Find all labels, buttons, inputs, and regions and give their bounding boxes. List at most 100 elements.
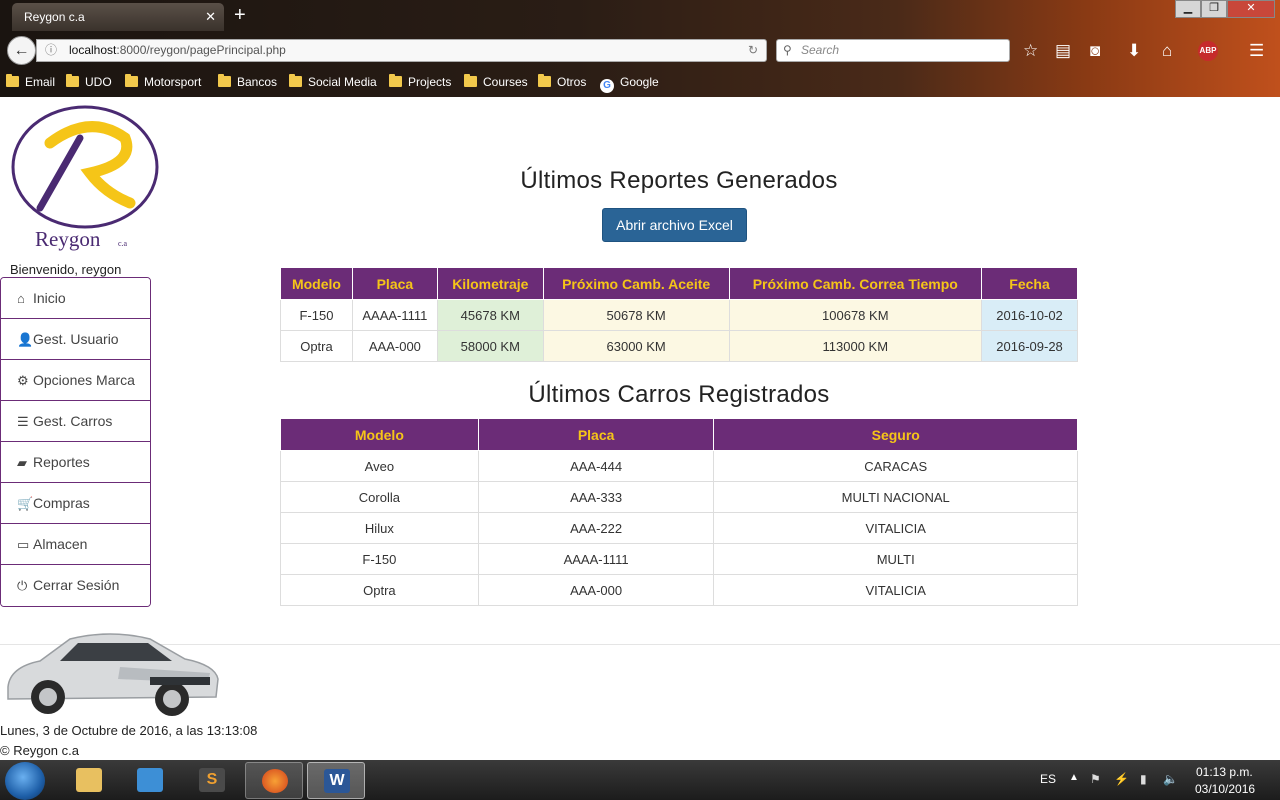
column-header: Modelo (280, 418, 479, 451)
folder-icon (289, 74, 302, 87)
bookmark-courses[interactable]: Courses (464, 74, 528, 89)
cart-icon: 🛒 (17, 496, 34, 511)
column-header: Seguro (713, 418, 1078, 451)
bookmark-otros[interactable]: Otros (538, 74, 586, 89)
taskbar-firefox[interactable] (245, 762, 303, 799)
reading-list-icon[interactable]: ▤ (1055, 41, 1071, 61)
gear-icon: ⚙ (17, 373, 29, 388)
table-cell: Optra (280, 330, 353, 362)
table-row: F-150 AAAA-1111 MULTI (280, 543, 1078, 575)
folder-icon (464, 74, 477, 87)
folder-icon (6, 74, 19, 87)
pocket-icon[interactable]: ◙ (1090, 41, 1100, 61)
table-cell: Corolla (280, 481, 479, 513)
taskbar-explorer[interactable] (60, 762, 118, 799)
window-maximize-button[interactable]: ❐ (1201, 0, 1227, 18)
bookmark-social-media[interactable]: Social Media (289, 74, 377, 89)
table-cell: AAAA-1111 (351, 299, 438, 331)
table-cell: F-150 (280, 543, 479, 575)
tray-expand-icon[interactable]: ▲ (1069, 772, 1079, 783)
cars-title: Últimos Carros Registrados (528, 381, 830, 408)
browser-tab[interactable]: Reygon c.a ✕ (12, 3, 224, 31)
new-tab-icon[interactable]: + (234, 4, 246, 27)
table-cell: Hilux (280, 512, 479, 544)
sidebar-item-cerrar-sesion[interactable]: ⏻ Cerrar Sesión (1, 565, 150, 606)
inbox-icon: ▭ (17, 537, 30, 552)
table-cell: 113000 KM (728, 330, 983, 362)
tab-close-icon[interactable]: ✕ (205, 3, 216, 31)
search-placeholder: Search (801, 43, 840, 57)
open-excel-button[interactable]: Abrir archivo Excel (602, 208, 747, 242)
bookmark-star-icon[interactable]: ☆ (1023, 41, 1038, 61)
url-path: :8000/reygon/pagePrincipal.php (116, 43, 286, 57)
table-cell: AAA-000 (477, 574, 715, 606)
sublime-text-icon: S (199, 768, 225, 792)
volume-icon[interactable]: 🔈 (1163, 772, 1178, 786)
taskbar-word[interactable]: W (307, 762, 365, 799)
table-cell: AAA-444 (477, 450, 715, 482)
table-header-row: Modelo Placa Kilometraje Próximo Camb. A… (280, 267, 1078, 300)
reports-title: Últimos Reportes Generados (520, 167, 838, 194)
sidebar-item-inicio[interactable]: ⌂ Inicio (1, 278, 150, 319)
column-header: Próximo Camb. Aceite (542, 267, 730, 300)
clock-time[interactable]: 01:13 p.m. (1196, 765, 1253, 779)
window-minimize-button[interactable]: ▁ (1175, 0, 1201, 18)
bookmark-udo[interactable]: UDO (66, 74, 112, 89)
folder-open-icon: ▰ (17, 455, 27, 470)
bookmark-motorsport[interactable]: Motorsport (125, 74, 201, 89)
bookmark-email[interactable]: Email (6, 74, 55, 89)
folder-icon (125, 74, 138, 87)
table-header-row: Modelo Placa Seguro (280, 418, 1078, 451)
sidebar-item-gest-carros[interactable]: ☰ Gest. Carros (1, 401, 150, 442)
clock-date[interactable]: 03/10/2016 (1195, 782, 1255, 796)
url-host: localhost (69, 43, 117, 57)
folder-icon (66, 74, 79, 87)
reload-icon[interactable]: ↻ (748, 40, 758, 61)
download-icon[interactable]: ⬇ (1127, 41, 1141, 61)
bookmark-bancos[interactable]: Bancos (218, 74, 277, 89)
adblock-icon[interactable]: ABP (1198, 41, 1218, 61)
taskbar-media-player[interactable] (121, 762, 179, 799)
sidebar-item-reportes[interactable]: ▰ Reportes (1, 442, 150, 483)
bookmark-google[interactable]: G Google (600, 75, 659, 93)
table-row: Optra AAA-000 VITALICIA (280, 574, 1078, 606)
search-input[interactable]: ⚲ Search (776, 39, 1010, 62)
list-icon: ☰ (17, 414, 29, 429)
start-button[interactable] (5, 762, 45, 800)
home-icon[interactable]: ⌂ (1162, 41, 1172, 61)
flag-icon[interactable]: ⚑ (1090, 772, 1101, 786)
url-bar[interactable]: ⓘ localhost:8000/reygon/pagePrincipal.ph… (36, 39, 767, 62)
taskbar-sublime-text[interactable]: S (183, 762, 241, 799)
table-cell: CARACAS (713, 450, 1078, 482)
table-cell: AAA-333 (477, 481, 715, 513)
language-indicator[interactable]: ES (1040, 772, 1056, 786)
media-player-icon (137, 768, 163, 792)
sidebar-item-almacen[interactable]: ▭ Almacen (1, 524, 150, 565)
info-icon[interactable]: ⓘ (45, 40, 57, 61)
table-cell: AAA-000 (351, 330, 438, 362)
bookmark-projects[interactable]: Projects (389, 74, 451, 89)
table-cell: Optra (280, 574, 479, 606)
table-cell: MULTI (713, 543, 1078, 575)
svg-text:Reygon: Reygon (35, 227, 101, 251)
table-cell: 2016-09-28 (981, 330, 1078, 362)
table-cell: VITALICIA (713, 574, 1078, 606)
table-cell: AAAA-1111 (477, 543, 715, 575)
network-icon[interactable]: ▮ (1140, 772, 1147, 786)
menu-icon[interactable]: ☰ (1249, 41, 1264, 61)
column-header: Placa (477, 418, 715, 451)
reports-table: Modelo Placa Kilometraje Próximo Camb. A… (280, 267, 1078, 362)
home-icon: ⌂ (17, 291, 25, 306)
table-row: Optra AAA-000 58000 KM 63000 KM 113000 K… (280, 330, 1078, 362)
window-close-button[interactable]: ✕ (1227, 0, 1275, 18)
column-header: Próximo Camb. Correa Tiempo (728, 267, 983, 300)
sidebar-item-compras[interactable]: 🛒Compras (1, 483, 150, 524)
table-cell: Aveo (280, 450, 479, 482)
table-row: Hilux AAA-222 VITALICIA (280, 512, 1078, 544)
table-row: Aveo AAA-444 CARACAS (280, 450, 1078, 482)
back-arrow-icon[interactable]: ← (7, 36, 36, 65)
power-plug-icon[interactable]: ⚡ (1114, 772, 1129, 786)
sidebar-item-opciones-marca[interactable]: ⚙ Opciones Marca (1, 360, 150, 401)
table-cell: F-150 (280, 299, 353, 331)
sidebar-item-gest-usuario[interactable]: 👤Gest. Usuario (1, 319, 150, 360)
